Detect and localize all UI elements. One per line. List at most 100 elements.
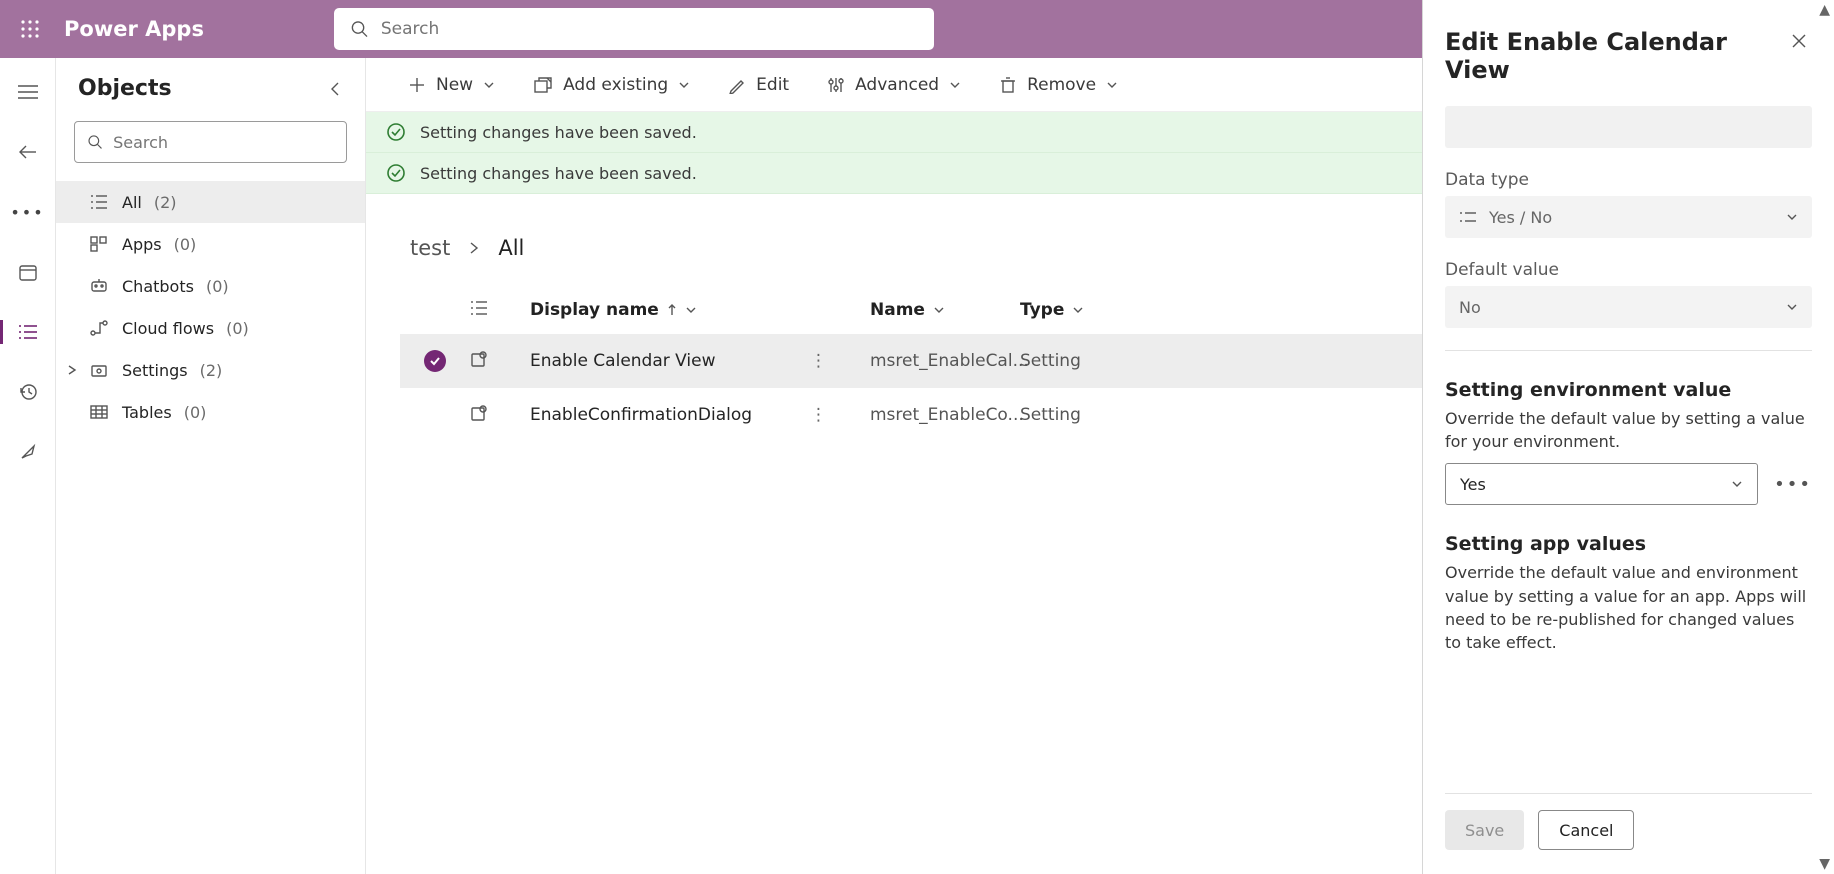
sidebar-item-count: (0) xyxy=(206,277,229,296)
global-search-input[interactable] xyxy=(381,19,918,39)
sidebar-search-input[interactable] xyxy=(113,133,334,152)
success-text: Setting changes have been saved. xyxy=(420,164,697,183)
search-icon xyxy=(87,133,103,151)
chevron-down-icon xyxy=(1786,301,1798,313)
waffle-icon xyxy=(21,20,39,38)
chevron-down-icon xyxy=(685,304,697,316)
check-circle-icon xyxy=(386,122,406,142)
settings-icon xyxy=(90,362,110,378)
sidebar-item-count: (0) xyxy=(184,403,207,422)
list-icon xyxy=(90,194,110,210)
sidebar-item-label: Tables xyxy=(122,403,172,422)
default-value: No xyxy=(1459,298,1481,317)
row-name: msret_EnableCal... xyxy=(870,351,1020,371)
row-display-name: Enable Calendar View xyxy=(530,351,810,371)
chevron-down-icon xyxy=(1786,211,1798,223)
sidebar-item-count: (2) xyxy=(200,361,223,380)
sidebar-item-all[interactable]: All (2) xyxy=(56,181,365,223)
cancel-button[interactable]: Cancel xyxy=(1538,810,1634,850)
sidebar-item-apps[interactable]: Apps (0) xyxy=(56,223,365,265)
cmd-label: New xyxy=(436,75,473,95)
cmd-label: Edit xyxy=(756,75,789,95)
table-icon xyxy=(90,404,110,420)
row-type: Setting xyxy=(1020,351,1170,371)
sidebar-item-chatbots[interactable]: Chatbots (0) xyxy=(56,265,365,307)
left-rail: ••• xyxy=(0,58,56,874)
success-text: Setting changes have been saved. xyxy=(420,123,697,142)
cmd-remove[interactable]: Remove xyxy=(991,69,1126,101)
save-button[interactable]: Save xyxy=(1445,810,1524,850)
search-icon xyxy=(350,19,369,39)
add-existing-icon xyxy=(533,76,553,94)
chatbot-icon xyxy=(90,278,110,294)
cmd-new[interactable]: New xyxy=(400,69,503,101)
advanced-icon xyxy=(827,76,845,94)
chevron-down-icon xyxy=(1106,79,1118,91)
divider xyxy=(1445,350,1812,351)
data-type-select: Yes / No xyxy=(1445,196,1812,238)
setting-icon xyxy=(470,404,530,427)
app-title: Power Apps xyxy=(64,17,204,41)
objects-sidebar: Objects All (2) Apps (0) Chatbots (0) xyxy=(56,58,366,874)
panel-title: Edit Enable Calendar View xyxy=(1445,28,1786,84)
row-more-button[interactable]: ⋮ xyxy=(810,351,870,371)
column-type[interactable]: Type xyxy=(1020,300,1170,320)
scroll-up-icon[interactable]: ▲ xyxy=(1819,2,1830,18)
env-value: Yes xyxy=(1460,475,1486,494)
sidebar-item-tables[interactable]: Tables (0) xyxy=(56,391,365,433)
rail-more[interactable]: ••• xyxy=(8,196,48,228)
column-display-name[interactable]: Display name xyxy=(530,300,810,320)
sidebar-item-count: (2) xyxy=(154,193,177,212)
row-display-name: EnableConfirmationDialog xyxy=(530,405,810,425)
rail-hamburger[interactable] xyxy=(8,76,48,108)
chevron-down-icon xyxy=(1731,478,1743,490)
data-type-label: Data type xyxy=(1445,170,1812,190)
rail-objects[interactable] xyxy=(8,316,48,348)
sidebar-search[interactable] xyxy=(74,121,347,163)
env-value-more-button[interactable]: ••• xyxy=(1774,474,1812,495)
breadcrumb-root[interactable]: test xyxy=(410,236,450,260)
env-value-select[interactable]: Yes xyxy=(1445,463,1758,505)
cmd-label: Remove xyxy=(1027,75,1096,95)
column-type-icon[interactable] xyxy=(470,300,530,321)
sidebar-item-count: (0) xyxy=(174,235,197,254)
chevron-down-icon xyxy=(1072,304,1084,316)
sidebar-item-label: Settings xyxy=(122,361,188,380)
app-launcher-button[interactable] xyxy=(10,9,50,49)
cmd-edit[interactable]: Edit xyxy=(720,69,797,101)
expand-icon[interactable] xyxy=(66,361,78,380)
setting-icon xyxy=(470,350,530,373)
row-more-button[interactable]: ⋮ xyxy=(810,405,870,425)
sidebar-item-count: (0) xyxy=(226,319,249,338)
sidebar-item-label: Chatbots xyxy=(122,277,194,296)
chevron-right-icon xyxy=(468,236,480,260)
rail-back[interactable] xyxy=(8,136,48,168)
env-value-heading: Setting environment value xyxy=(1445,379,1812,401)
cmd-add-existing[interactable]: Add existing xyxy=(525,69,698,101)
sidebar-title: Objects xyxy=(78,76,172,101)
default-value-select: No xyxy=(1445,286,1812,328)
sidebar-item-label: All xyxy=(122,193,142,212)
app-values-help: Override the default value and environme… xyxy=(1445,561,1812,654)
cmd-advanced[interactable]: Advanced xyxy=(819,69,969,101)
cmd-label: Advanced xyxy=(855,75,939,95)
rail-history[interactable] xyxy=(8,376,48,408)
close-panel-button[interactable] xyxy=(1786,28,1812,59)
row-selected-indicator[interactable] xyxy=(424,350,446,372)
row-type: Setting xyxy=(1020,405,1170,425)
rail-publish[interactable] xyxy=(8,436,48,468)
sidebar-item-cloudflows[interactable]: Cloud flows (0) xyxy=(56,307,365,349)
rail-app[interactable] xyxy=(8,256,48,288)
chevron-down-icon xyxy=(949,79,961,91)
sidebar-item-settings[interactable]: Settings (2) xyxy=(56,349,365,391)
collapse-sidebar-icon[interactable] xyxy=(327,81,343,97)
data-type-value: Yes / No xyxy=(1489,208,1552,227)
sidebar-item-label: Apps xyxy=(122,235,162,254)
column-name[interactable]: Name xyxy=(870,300,1020,320)
env-value-help: Override the default value by setting a … xyxy=(1445,407,1812,453)
chevron-down-icon xyxy=(678,79,690,91)
description-input[interactable] xyxy=(1445,106,1812,148)
global-search[interactable] xyxy=(334,8,934,50)
edit-icon xyxy=(728,76,746,94)
scroll-down-icon[interactable]: ▼ xyxy=(1819,856,1830,872)
